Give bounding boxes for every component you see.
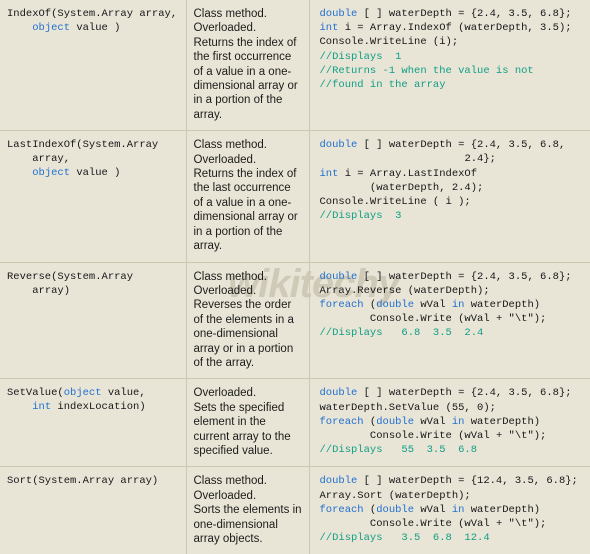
- method-signature-cell: IndexOf(System.Array array, object value…: [0, 0, 186, 131]
- method-description: Class method. Overloaded. Reverses the o…: [187, 263, 309, 379]
- table-row: IndexOf(System.Array array, object value…: [0, 0, 590, 131]
- table-body: IndexOf(System.Array array, object value…: [0, 0, 590, 554]
- table-row: SetValue(object value, int indexLocation…: [0, 379, 590, 467]
- method-description-cell: Class method. Overloaded. Sorts the elem…: [186, 467, 309, 554]
- code-keyword-4: double: [376, 299, 414, 311]
- code-plain-5: wVal: [414, 504, 452, 516]
- code-keyword-2: foreach: [320, 416, 364, 428]
- code-plain-5: wVal: [414, 416, 452, 428]
- code-example-cell: double [ ] waterDepth = {2.4, 3.5, 6.8};…: [309, 0, 590, 131]
- method-signature-cell: Reverse(System.Array array): [0, 262, 186, 379]
- code-plain-3: i = Array.LastIndexOf (waterDepth, 2.4);…: [320, 168, 484, 208]
- signature-keyword-1: object: [32, 22, 70, 34]
- code-example: double [ ] waterDepth = {2.4, 3.5, 6.8};…: [310, 263, 590, 349]
- code-keyword-0: double: [320, 475, 358, 487]
- method-description-cell: Class method. Overloaded. Returns the in…: [186, 0, 309, 131]
- code-plain-1: [ ] waterDepth = {2.4, 3.5, 6.8};: [357, 8, 571, 20]
- code-example-cell: double [ ] waterDepth = {2.4, 3.5, 6.8};…: [309, 379, 590, 467]
- code-keyword-4: double: [376, 416, 414, 428]
- table-row: Reverse(System.Array array) Class method.…: [0, 262, 590, 379]
- code-plain-3: (: [364, 299, 377, 311]
- signature-plain-0: SetValue(: [7, 387, 64, 399]
- code-example-cell: double [ ] waterDepth = {12.4, 3.5, 6.8}…: [309, 467, 590, 554]
- code-example-cell: double [ ] waterDepth = {2.4, 3.5, 6.8, …: [309, 131, 590, 262]
- code-keyword-0: double: [320, 139, 358, 151]
- method-description: Class method. Overloaded. Returns the in…: [187, 0, 309, 130]
- code-keyword-2: int: [320, 22, 339, 34]
- code-plain-5: wVal: [414, 299, 452, 311]
- method-signature: SetValue(object value, int indexLocation…: [0, 379, 186, 422]
- code-plain-1: [ ] waterDepth = {12.4, 3.5, 6.8}; Array…: [320, 475, 578, 501]
- table-row: Sort(System.Array array) Class method. Ov…: [0, 467, 590, 554]
- method-description: Class method. Overloaded. Sorts the elem…: [187, 467, 309, 554]
- method-signature: IndexOf(System.Array array, object value…: [0, 0, 186, 43]
- code-keyword-0: double: [320, 271, 358, 283]
- code-keyword-2: int: [320, 168, 339, 180]
- method-signature-cell: SetValue(object value, int indexLocation…: [0, 379, 186, 467]
- code-plain-1: [ ] waterDepth = {2.4, 3.5, 6.8, 2.4};: [320, 139, 566, 165]
- signature-plain-0: Sort(System.Array array): [7, 475, 158, 487]
- array-methods-reference-table: IndexOf(System.Array array, object value…: [0, 0, 590, 554]
- code-keyword-0: double: [320, 387, 358, 399]
- code-example: double [ ] waterDepth = {2.4, 3.5, 6.8};…: [310, 0, 590, 100]
- code-example: double [ ] waterDepth = {2.4, 3.5, 6.8};…: [310, 379, 590, 465]
- signature-plain-2: value ): [70, 167, 120, 179]
- method-signature: LastIndexOf(System.Array array, object v…: [0, 131, 186, 188]
- method-signature-cell: Sort(System.Array array): [0, 467, 186, 554]
- method-description: Class method. Overloaded. Returns the in…: [187, 131, 309, 261]
- code-comment-4: //Displays 1 //Returns -1 when the value…: [320, 51, 534, 91]
- code-keyword-6: in: [452, 504, 465, 516]
- code-comment-4: //Displays 3: [320, 210, 402, 222]
- code-keyword-0: double: [320, 8, 358, 20]
- method-description-cell: Class method. Overloaded. Returns the in…: [186, 131, 309, 262]
- code-example: double [ ] waterDepth = {2.4, 3.5, 6.8, …: [310, 131, 590, 231]
- code-comment-8: //Displays 6.8 3.5 2.4: [320, 327, 484, 339]
- signature-plain-2: value ): [70, 22, 120, 34]
- code-example: double [ ] waterDepth = {12.4, 3.5, 6.8}…: [310, 467, 590, 553]
- signature-keyword-1: object: [64, 387, 102, 399]
- method-description-cell: Overloaded. Sets the specified element i…: [186, 379, 309, 467]
- table-row: LastIndexOf(System.Array array, object v…: [0, 131, 590, 262]
- code-plain-3: (: [364, 504, 377, 516]
- method-signature: Reverse(System.Array array): [0, 263, 186, 306]
- code-plain-3: (: [364, 416, 377, 428]
- method-signature: Sort(System.Array array): [0, 467, 186, 496]
- method-description-cell: Class method. Overloaded. Reverses the o…: [186, 262, 309, 379]
- code-plain-1: [ ] waterDepth = {2.4, 3.5, 6.8}; Array.…: [320, 271, 572, 297]
- code-plain-1: [ ] waterDepth = {2.4, 3.5, 6.8}; waterD…: [320, 387, 572, 413]
- code-keyword-6: in: [452, 299, 465, 311]
- method-signature-cell: LastIndexOf(System.Array array, object v…: [0, 131, 186, 262]
- code-example-cell: double [ ] waterDepth = {2.4, 3.5, 6.8};…: [309, 262, 590, 379]
- code-keyword-2: foreach: [320, 504, 364, 516]
- signature-keyword-3: int: [32, 401, 51, 413]
- signature-plain-4: indexLocation): [51, 401, 146, 413]
- signature-keyword-1: object: [32, 167, 70, 179]
- signature-plain-0: Reverse(System.Array array): [7, 271, 133, 297]
- code-keyword-6: in: [452, 416, 465, 428]
- code-comment-8: //Displays 3.5 6.8 12.4: [320, 532, 490, 544]
- method-description: Overloaded. Sets the specified element i…: [187, 379, 309, 466]
- code-comment-8: //Displays 55 3.5 6.8: [320, 444, 478, 456]
- code-plain-3: i = Array.IndexOf (waterDepth, 3.5); Con…: [320, 22, 572, 48]
- code-keyword-4: double: [376, 504, 414, 516]
- code-keyword-2: foreach: [320, 299, 364, 311]
